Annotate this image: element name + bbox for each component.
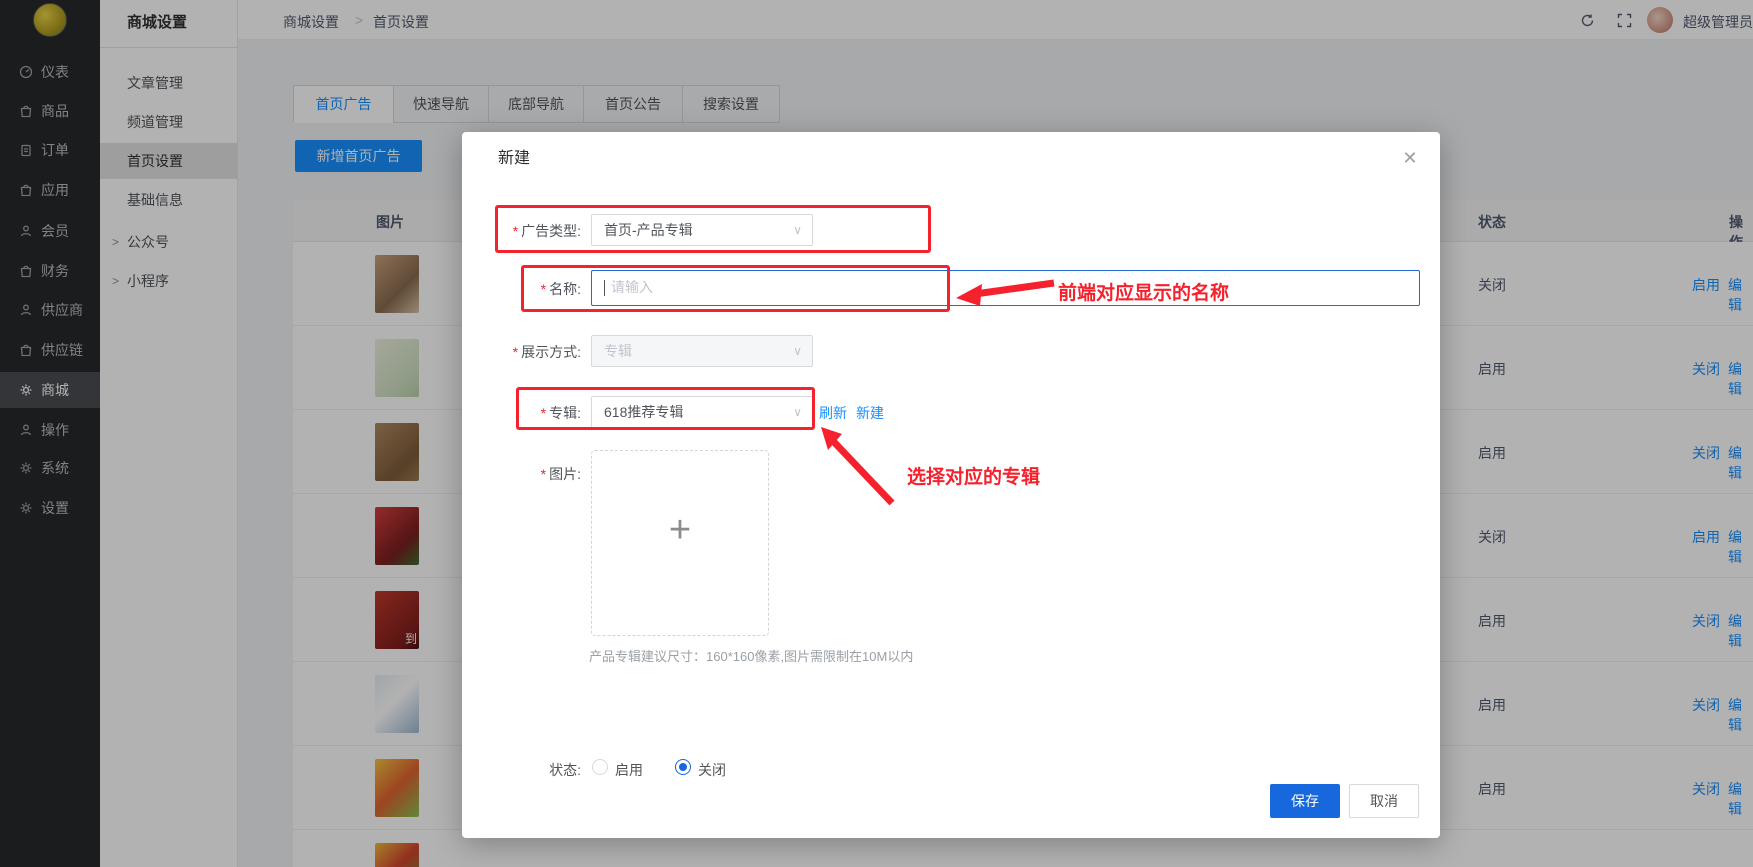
album-value: 618推荐专辑 — [604, 404, 684, 420]
display-mode-label: * 展示方式: — [512, 344, 581, 360]
name-placeholder: 请输入 — [610, 279, 653, 295]
required-asterisk: * — [540, 281, 547, 297]
radio-disable[interactable] — [675, 759, 691, 775]
required-asterisk: * — [540, 405, 547, 421]
plus-icon: + — [668, 509, 692, 551]
album-create-link[interactable]: 新建 — [856, 403, 884, 423]
modal-title: 新建 — [498, 150, 531, 167]
text-caret — [604, 280, 605, 297]
save-button[interactable]: 保存 — [1270, 784, 1340, 818]
radio-enable[interactable] — [592, 759, 608, 775]
ad-type-select[interactable]: 首页-产品专辑 ∨ — [591, 214, 813, 246]
name-input[interactable]: 请输入 — [591, 270, 1420, 306]
chevron-down-icon: ∨ — [793, 344, 802, 358]
radio-disable-label[interactable]: 关闭 — [698, 760, 726, 780]
chevron-down-icon: ∨ — [793, 405, 802, 419]
display-mode-value: 专辑 — [604, 343, 632, 359]
close-icon[interactable]: ✕ — [1400, 148, 1420, 168]
display-mode-select[interactable]: 专辑 ∨ — [591, 335, 813, 367]
status-label: 状态: — [549, 762, 581, 778]
image-size-hint: 产品专辑建议尺寸：160*160像素,图片需限制在10M以内 — [589, 649, 914, 664]
album-select[interactable]: 618推荐专辑 ∨ — [591, 396, 813, 428]
app-screen: 仪表 商品 订单 应用 会员 财务 供应商 供应链 商城 操作 系统 设置 商城… — [0, 0, 1753, 867]
name-label: * 名称: — [540, 281, 581, 297]
ad-type-label: * 广告类型: — [512, 223, 581, 239]
album-label: * 专辑: — [540, 405, 581, 421]
annotation-text-album: 选择对应的专辑 — [907, 467, 1041, 488]
image-label: * 图片: — [540, 466, 581, 482]
cancel-button[interactable]: 取消 — [1349, 784, 1419, 818]
create-ad-modal: 新建 ✕ * 广告类型: 首页-产品专辑 ∨ * 名称: 请输入 * 展示方式: 专辑… — [462, 132, 1440, 838]
ad-type-value: 首页-产品专辑 — [604, 222, 693, 238]
required-asterisk: * — [512, 344, 519, 360]
image-upload-box[interactable]: + — [591, 450, 769, 636]
required-asterisk: * — [540, 466, 547, 482]
required-asterisk: * — [512, 223, 519, 239]
album-refresh-link[interactable]: 刷新 — [819, 403, 847, 423]
chevron-down-icon: ∨ — [793, 223, 802, 237]
radio-enable-label[interactable]: 启用 — [615, 760, 643, 780]
